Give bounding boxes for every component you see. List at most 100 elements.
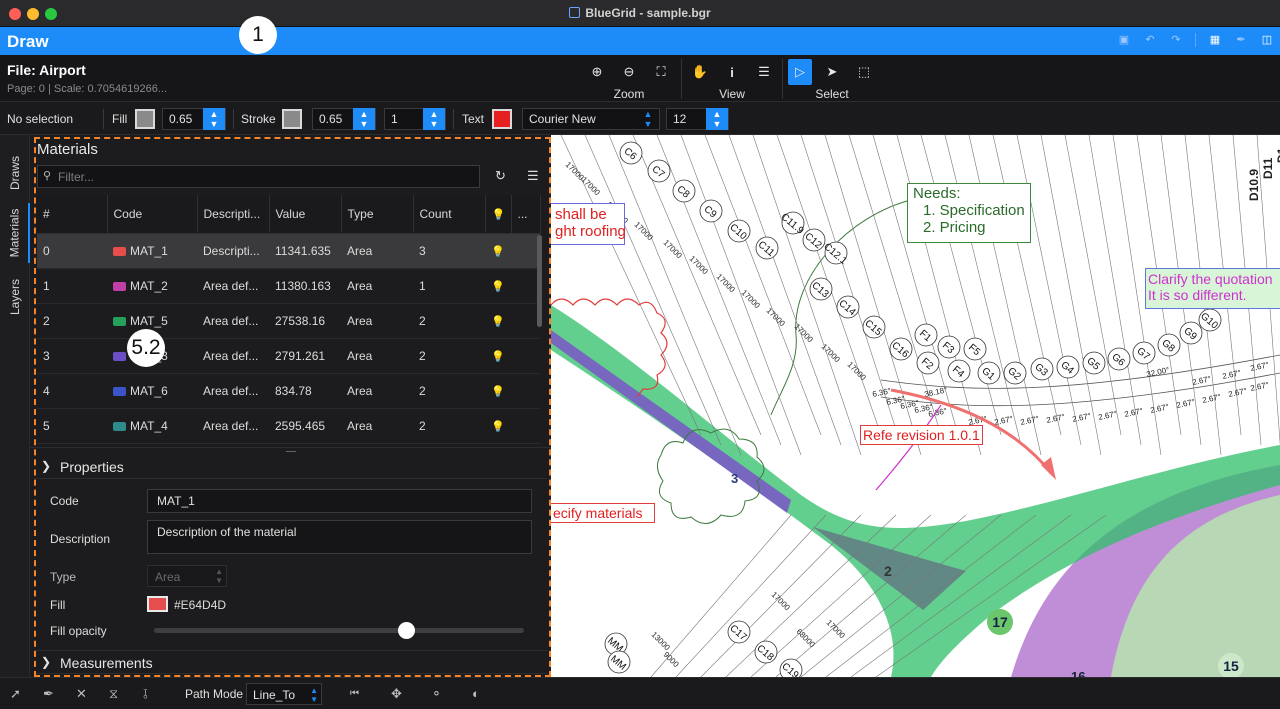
table-row[interactable]: 5 MAT_4 Area def... 2595.465 Area 2 💡 — [37, 408, 540, 444]
cell-type-text: Area — [347, 418, 373, 433]
spinner-arrows-icon[interactable]: ▲ ▼ — [706, 107, 728, 130]
drawing-canvas[interactable]: C6 C7 C8 C9 C10 C11 C11.9 C12 C12.1 C13 C14 C15 C16 F… — [551, 135, 1280, 677]
table-scrollbar[interactable] — [537, 235, 542, 327]
stroke-width-spinner[interactable]: 1 ▲ ▼ — [384, 102, 446, 135]
table-row[interactable]: 0 MAT_1 Descripti... 11341.635 Area 3 💡 — [37, 233, 540, 269]
font-select[interactable]: Courier New ▲ ▼ — [522, 102, 660, 135]
fill-opacity-spinner[interactable]: 0.65 ▲ ▼ — [162, 102, 226, 135]
cell-empty — [511, 408, 540, 444]
cell-index: 2 — [37, 303, 107, 339]
type-value: Area — [155, 570, 181, 584]
dropdown-arrows-icon[interactable]: ▲ ▼ — [637, 108, 659, 130]
table-row[interactable]: 4 MAT_6 Area def... 834.78 Area 2 💡 — [37, 373, 540, 409]
tab-draws[interactable]: Draws — [0, 143, 30, 203]
cell-visibility[interactable]: 💡 — [485, 373, 511, 409]
lightbulb-icon[interactable]: 💡 — [491, 281, 505, 293]
column-header-code[interactable]: Code — [107, 195, 198, 234]
column-header-visibility[interactable]: 💡 — [485, 195, 512, 234]
cell-value-text: 834.78 — [275, 383, 312, 398]
stroke-opacity-value: 0.65 — [319, 111, 343, 126]
properties-section-header[interactable]: ❯ Properties — [34, 455, 547, 479]
undo-icon[interactable]: ↶ — [1143, 33, 1157, 47]
specify-note[interactable]: ecify materials — [551, 503, 655, 523]
text-color-swatch[interactable] — [492, 102, 512, 135]
cell-code-text: MAT_6 — [130, 383, 168, 398]
line-tool-icon[interactable]: ➚ — [10, 686, 21, 702]
redo-icon[interactable]: ↷ — [1169, 33, 1183, 47]
select-area-icon[interactable]: ⬚ — [848, 59, 880, 85]
table-row[interactable]: 1 MAT_2 Area def... 11380.163 Area 1 💡 — [37, 268, 540, 304]
font-size-spinner[interactable]: 12 ▲ ▼ — [666, 102, 729, 135]
cross-tool-icon[interactable]: ✕ — [76, 686, 87, 702]
material-color-chip — [113, 316, 126, 326]
tab-layers[interactable]: Layers — [0, 267, 30, 327]
lightbulb-icon[interactable]: 💡 — [491, 421, 505, 433]
contrast-icon[interactable]: ◐ — [472, 686, 480, 701]
save-icon[interactable]: ▣ — [1117, 33, 1131, 47]
description-field[interactable]: Description of the material — [147, 520, 532, 554]
table-row[interactable]: 2 MAT_5 Area def... 27538.16 Area 2 💡 — [37, 303, 540, 339]
clarify-note[interactable]: Clarify the quotation It is so different… — [1145, 268, 1280, 309]
spinner-arrows-icon[interactable]: ▲ ▼ — [423, 107, 445, 130]
zoom-in-icon[interactable]: ⊕ — [581, 59, 613, 85]
code-field[interactable]: MAT_1 — [147, 489, 532, 513]
tab-materials[interactable]: Materials — [0, 203, 30, 263]
angle-text: 2.67° — [1250, 380, 1270, 393]
cell-visibility[interactable]: 💡 — [485, 268, 511, 304]
filter-input[interactable]: ⚲ Filter... — [37, 165, 480, 188]
cell-visibility[interactable]: 💡 — [485, 233, 511, 269]
column-header-description[interactable]: Descripti... — [197, 195, 270, 234]
move-points-icon[interactable]: ✥ — [391, 686, 402, 702]
grid-line — [752, 135, 862, 456]
spinner-arrows-icon[interactable]: ▲ ▼ — [203, 107, 225, 130]
column-header-type[interactable]: Type — [341, 195, 414, 234]
fill-color-swatch[interactable] — [147, 596, 168, 612]
column-header-value[interactable]: Value — [269, 195, 342, 234]
menu-icon[interactable]: ☰ — [527, 168, 539, 184]
grid-view-icon[interactable]: ▦ — [1208, 33, 1222, 47]
lightbulb-icon[interactable]: 💡 — [491, 246, 505, 258]
needs-note[interactable]: Needs: 1. Specification 2. Pricing — [907, 183, 1031, 243]
hourglass-tool-icon[interactable]: ⧖ — [109, 686, 118, 702]
node-tool-icon[interactable]: ⚬ — [431, 686, 442, 702]
fill-opacity-slider[interactable] — [154, 622, 524, 639]
column-header-count[interactable]: Count — [413, 195, 486, 234]
stroke-opacity-spinner[interactable]: 0.65 ▲ ▼ — [312, 102, 376, 135]
refresh-icon[interactable]: ↻ — [495, 168, 506, 184]
cell-empty — [511, 303, 540, 339]
cell-visibility[interactable]: 💡 — [485, 303, 511, 339]
cell-code-text: MAT_1 — [130, 243, 168, 258]
angle-text: 2.67° — [1202, 392, 1222, 405]
path-mode-select[interactable]: Line_To ▲ ▼ — [246, 683, 322, 705]
export-icon[interactable]: ◫ — [1260, 33, 1274, 47]
anchor-tool-icon[interactable]: ⫱ — [143, 686, 148, 702]
zoom-out-icon[interactable]: ⊖ — [613, 59, 645, 85]
cell-visibility[interactable]: 💡 — [485, 408, 511, 444]
roofing-note[interactable]: shall be ght roofing — [551, 203, 626, 245]
select-arrow-icon[interactable]: ➤ — [816, 59, 848, 85]
first-point-icon[interactable]: ⏮ — [350, 688, 359, 699]
column-header-index[interactable]: # — [37, 195, 108, 234]
layers-icon[interactable]: ☰ — [748, 59, 780, 85]
pan-hand-icon[interactable]: ✋ — [684, 59, 716, 85]
panel-splitter[interactable] — [30, 447, 551, 455]
info-icon[interactable]: i — [716, 59, 748, 85]
lightbulb-icon[interactable]: 💡 — [491, 351, 505, 363]
stroke-swatch[interactable] — [282, 102, 302, 135]
column-header-more[interactable]: ... — [511, 195, 541, 234]
revision-note[interactable]: Refe revision 1.0.1 — [860, 425, 983, 445]
select-outline-arrow-icon[interactable]: ▷ — [788, 59, 812, 85]
fill-swatch[interactable] — [135, 102, 155, 135]
lightbulb-icon[interactable]: 💡 — [491, 386, 505, 398]
slider-knob[interactable] — [397, 622, 415, 639]
cell-visibility[interactable]: 💡 — [485, 338, 511, 374]
measurements-section-header[interactable]: ❯ Measurements — [34, 650, 547, 674]
lightbulb-icon[interactable]: 💡 — [491, 316, 505, 328]
brush-icon[interactable]: ✒ — [1234, 33, 1248, 47]
roofing-line-1: shall be — [555, 206, 607, 223]
pen-tool-icon[interactable]: ✒ — [43, 686, 54, 702]
table-row[interactable]: 3MAT_3Area def...2791.261Area2💡 — [37, 338, 540, 374]
fit-page-icon[interactable]: ⛶ — [645, 59, 677, 85]
cell-value: 27538.16 — [269, 303, 341, 339]
spinner-arrows-icon[interactable]: ▲ ▼ — [353, 107, 375, 130]
